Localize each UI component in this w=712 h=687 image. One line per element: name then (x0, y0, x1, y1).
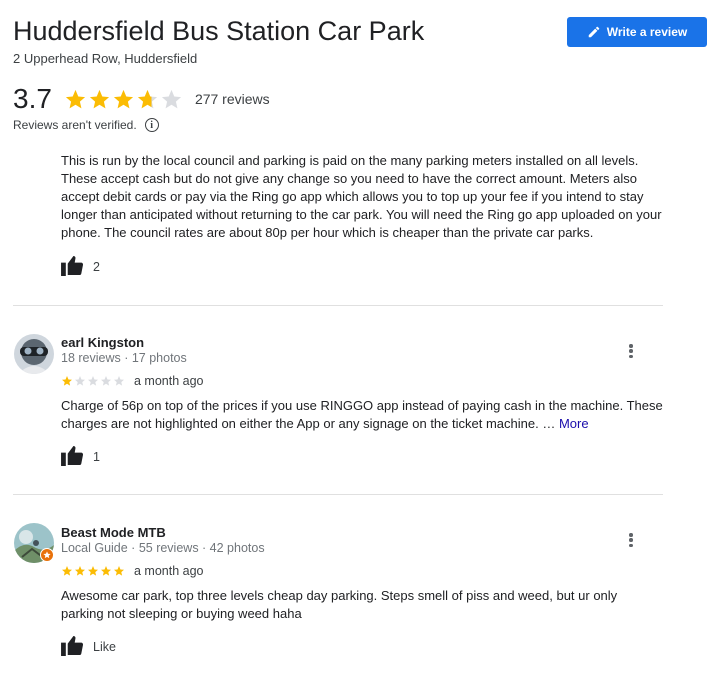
reviewer-meta: 18 reviews · 17 photos (61, 351, 187, 365)
write-review-button[interactable]: Write a review (567, 17, 707, 47)
like-button[interactable]: Like (61, 635, 116, 659)
avatar-photo (14, 334, 54, 374)
average-rating: 3.7 (13, 83, 52, 114)
review-star-row: a month ago (61, 374, 204, 388)
review-divider (13, 305, 663, 306)
star-icon (88, 566, 98, 576)
review-star-row: a month ago (61, 564, 204, 578)
review-body: Charge of 56p on top of the prices if yo… (61, 397, 671, 433)
review-time: a month ago (134, 374, 204, 388)
unverified-text: Reviews aren't verified. (13, 118, 137, 132)
review-text: This is run by the local council and par… (61, 153, 662, 240)
reviewer-avatar[interactable] (14, 334, 54, 374)
pencil-icon (588, 26, 600, 38)
star-icon (88, 376, 98, 386)
unverified-notice: Reviews aren't verified. i (13, 118, 159, 132)
local-guide-badge-icon (40, 548, 54, 562)
star-icon (101, 566, 111, 576)
average-rating-stars (64, 88, 183, 111)
more-vert-icon[interactable] (625, 531, 637, 549)
info-icon[interactable]: i (144, 118, 159, 132)
star-icon (114, 566, 124, 576)
like-count: 1 (93, 450, 100, 464)
more-vert-icon[interactable] (625, 342, 637, 360)
star-icon (62, 566, 72, 576)
like-button[interactable]: 1 (61, 445, 100, 469)
reviewer-name[interactable]: Beast Mode MTB (61, 525, 166, 540)
star-icon (137, 89, 158, 108)
thumbs-up-icon (61, 255, 84, 279)
reviewer-meta: Local Guide · 55 reviews · 42 photos (61, 541, 265, 555)
review-time: a month ago (134, 564, 204, 578)
like-label: Like (93, 640, 116, 654)
thumbs-up-icon (61, 635, 84, 659)
write-review-label: Write a review (606, 25, 688, 39)
reviewer-name[interactable]: earl Kingston (61, 335, 144, 350)
thumbs-up-icon (61, 445, 84, 469)
review-stars (61, 375, 125, 387)
star-icon (113, 89, 134, 108)
review-stars (61, 565, 125, 577)
star-icon (75, 566, 85, 576)
like-button[interactable]: 2 (61, 255, 100, 279)
more-link[interactable]: More (559, 416, 589, 431)
review-divider (13, 494, 663, 495)
rating-summary: 3.7 277 reviews (13, 84, 270, 114)
review-text: Awesome car park, top three levels cheap… (61, 588, 618, 621)
total-review-count[interactable]: 277 reviews (195, 91, 270, 107)
place-address: 2 Upperhead Row, Huddersfield (13, 51, 198, 66)
like-count: 2 (93, 260, 100, 274)
star-icon (65, 89, 86, 108)
star-icon (75, 376, 85, 386)
star-icon (101, 376, 111, 386)
star-icon (62, 376, 72, 386)
star-icon (89, 89, 110, 108)
star-icon (114, 376, 124, 386)
star-icon (161, 89, 182, 108)
